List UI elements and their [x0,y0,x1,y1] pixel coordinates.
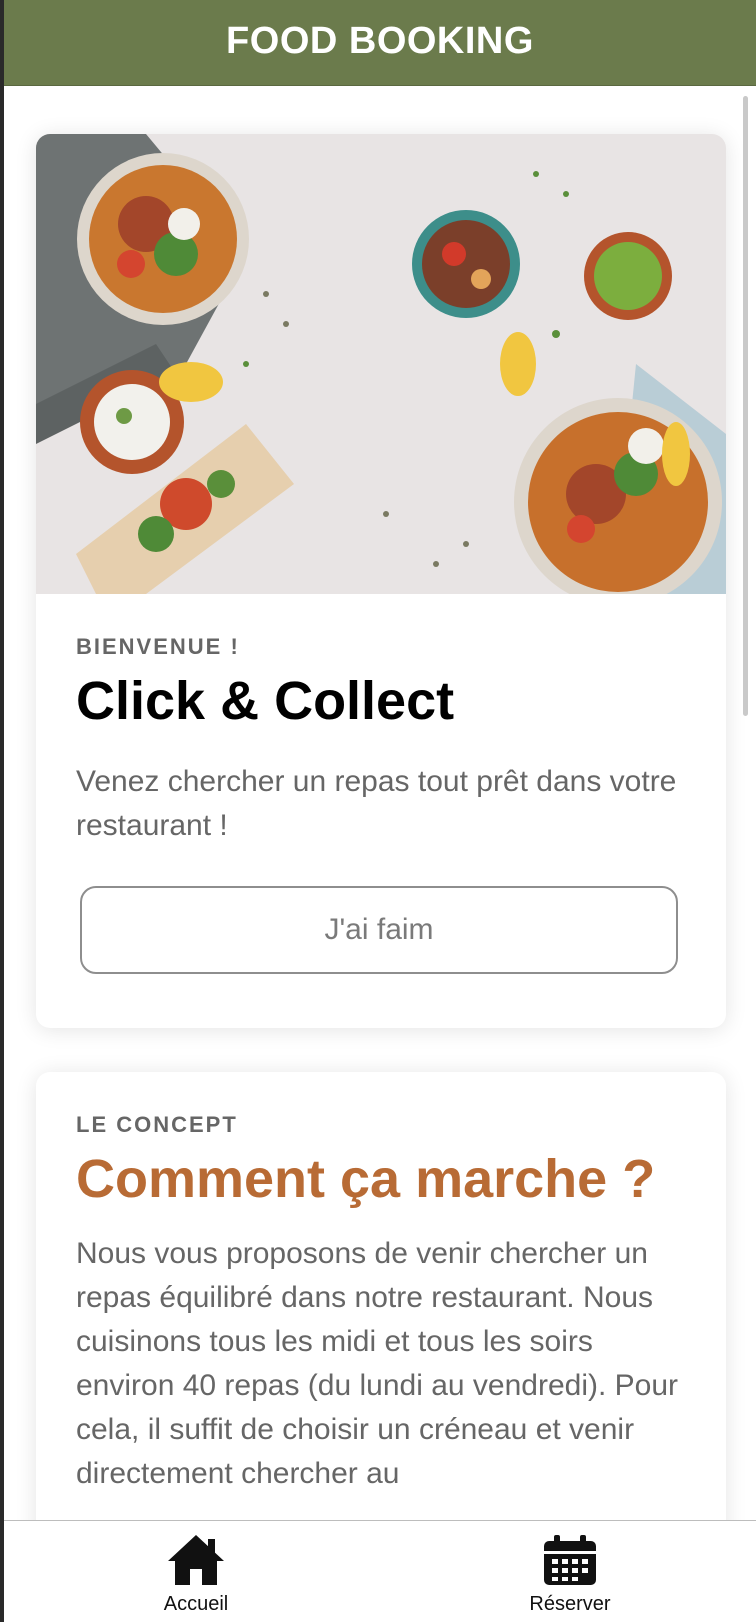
tab-home[interactable]: Accueil [96,1521,296,1622]
hero-image [36,134,726,594]
tab-booking-label: Réserver [529,1593,611,1615]
scroll-content[interactable]: BIENVENUE ! Click & Collect Venez cherch… [4,86,756,1520]
calendar-icon [544,1535,596,1585]
scrollbar[interactable] [743,96,748,716]
welcome-card-body: BIENVENUE ! Click & Collect Venez cherch… [76,634,686,848]
tab-home-label: Accueil [163,1593,229,1615]
concept-card-body: LE CONCEPT Comment ça marche ? Nous vous… [76,1112,686,1496]
app-header: FOOD BOOKING [4,0,756,86]
welcome-title: Click & Collect [76,671,455,731]
concept-description: Nous vous proposons de venir chercher un… [76,1237,679,1490]
concept-title: Comment ça marche ? [76,1149,656,1209]
home-icon [168,1535,224,1585]
hungry-button[interactable]: J'ai faim [80,886,678,974]
concept-eyebrow: LE CONCEPT [76,1112,238,1137]
welcome-eyebrow: BIENVENUE ! [76,634,240,659]
app-title: FOOD BOOKING [226,20,534,62]
tab-booking[interactable]: Réserver [470,1521,670,1622]
bottom-tab-bar: Accueil Réserver [4,1520,756,1622]
welcome-description: Venez chercher un repas tout prêt dans v… [76,765,677,842]
app-screen: FOOD BOOKING BIENVENUE ! Click & Collect… [4,0,756,1622]
welcome-card: BIENVENUE ! Click & Collect Venez cherch… [36,134,726,1028]
concept-card: LE CONCEPT Comment ça marche ? Nous vous… [36,1072,726,1520]
